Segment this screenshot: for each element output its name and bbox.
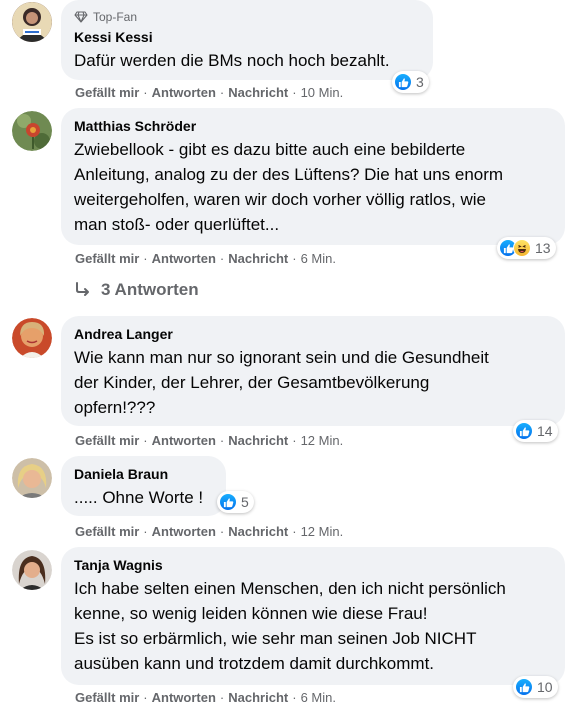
comment-text-line: opfern!???: [74, 398, 156, 417]
badge-label: Top-Fan: [93, 10, 138, 24]
like-button[interactable]: Gefällt mir: [75, 85, 139, 100]
separator-dot: ·: [219, 85, 225, 100]
like-button[interactable]: Gefällt mir: [75, 251, 139, 266]
separator-dot: ·: [292, 251, 297, 266]
comment-timestamp[interactable]: 12 Min.: [301, 524, 344, 539]
separator-dot: ·: [292, 85, 297, 100]
separator-dot: ·: [143, 524, 148, 539]
reactions-summary[interactable]: 10: [513, 676, 558, 698]
comment-text: Ich habe selten einen Menschen, den ich …: [74, 576, 552, 676]
comment-text: Dafür werden die BMs noch hoch bezahlt.: [74, 48, 420, 73]
comment-bubble: Andrea Langer Wie kann man nur so ignora…: [61, 316, 565, 426]
comment-text-line: der Kinder, der Lehrer, der Gesamtbevölk…: [74, 373, 430, 392]
haha-reaction-icon: [513, 239, 531, 257]
separator-dot: ·: [292, 690, 297, 705]
separator-dot: ·: [143, 433, 148, 448]
diamond-icon: [74, 11, 88, 23]
comment-author[interactable]: Kessi Kessi: [74, 28, 420, 46]
comment-text-line: Es ist so erbärmlich, wie sehr man seine…: [74, 629, 477, 648]
comment-timestamp[interactable]: 6 Min.: [301, 251, 336, 266]
reaction-count: 10: [537, 679, 553, 695]
reactions-summary[interactable]: 13: [497, 237, 556, 259]
separator-dot: ·: [143, 690, 148, 705]
reaction-count: 3: [416, 74, 424, 90]
separator-dot: ·: [292, 433, 297, 448]
message-button[interactable]: Nachricht: [228, 690, 288, 705]
comment-bubble: Matthias Schröder Zwiebellook - gibt es …: [61, 108, 565, 245]
comment-timestamp[interactable]: 6 Min.: [301, 690, 336, 705]
like-reaction-icon: [515, 678, 533, 696]
comment-author[interactable]: Matthias Schröder: [74, 117, 552, 135]
view-replies-link[interactable]: 3 Antworten: [75, 280, 199, 300]
like-button[interactable]: Gefällt mir: [75, 690, 139, 705]
reactions-summary[interactable]: 5: [217, 491, 254, 513]
comment-bubble: Daniela Braun ..... Ohne Worte !: [61, 456, 226, 516]
like-button[interactable]: Gefällt mir: [75, 433, 139, 448]
avatar[interactable]: [12, 550, 52, 590]
comment-text-line: Ich habe selten einen Menschen, den ich …: [74, 579, 506, 598]
comment-timestamp[interactable]: 10 Min.: [301, 85, 344, 100]
comment-actions: Gefällt mir · Antworten · Nachricht · 6 Min.: [75, 690, 336, 706]
message-button[interactable]: Nachricht: [228, 251, 288, 266]
comment-text-line: Zwiebellook - gibt es dazu bitte auch ei…: [74, 140, 466, 159]
reply-button[interactable]: Antworten: [152, 524, 216, 539]
like-reaction-icon: [515, 422, 533, 440]
comment-text: Wie kann man nur so ignorant sein und di…: [74, 345, 552, 420]
separator-dot: ·: [143, 251, 148, 266]
like-reaction-icon: [219, 493, 237, 511]
comment-text-line: Anleitung, analog zu der des Lüftens? Di…: [74, 165, 504, 184]
top-fan-badge: Top-Fan: [74, 9, 420, 25]
avatar[interactable]: [12, 318, 52, 358]
reply-button[interactable]: Antworten: [152, 433, 216, 448]
comment-actions: Gefällt mir · Antworten · Nachricht · 12 Min.: [75, 524, 343, 540]
comment-bubble: Top-Fan Kessi Kessi Dafür werden die BMs…: [61, 0, 433, 80]
avatar[interactable]: [12, 458, 52, 498]
avatar[interactable]: [12, 2, 52, 42]
comment-text-line: ausüben kann und trotzdem damit durchkom…: [74, 654, 435, 673]
reply-button[interactable]: Antworten: [152, 85, 216, 100]
comment-text-line: kenne, so wenig leiden können wie diese …: [74, 604, 428, 623]
comment-text-line: Dafür werden die BMs noch hoch bezahlt.: [74, 51, 390, 70]
comment-text-line: man stoß- oder querlüftet...: [74, 215, 280, 234]
separator-dot: ·: [143, 85, 148, 100]
comment-text: Zwiebellook - gibt es dazu bitte auch ei…: [74, 137, 552, 237]
reaction-count: 14: [537, 423, 553, 439]
like-reaction-icon: [394, 73, 412, 91]
comment-author[interactable]: Andrea Langer: [74, 325, 552, 343]
message-button[interactable]: Nachricht: [228, 85, 288, 100]
reaction-count: 13: [535, 240, 551, 256]
comment-actions: Gefällt mir · Antworten · Nachricht · 10 Min.: [75, 85, 343, 101]
comment-text: ..... Ohne Worte !: [74, 485, 213, 510]
reply-button[interactable]: Antworten: [152, 251, 216, 266]
reply-button[interactable]: Antworten: [152, 690, 216, 705]
comment-author[interactable]: Tanja Wagnis: [74, 556, 552, 574]
reply-arrow-icon: [76, 282, 89, 296]
comment-text-line: weitergeholfen, waren wir doch vorher vö…: [74, 190, 486, 209]
separator-dot: ·: [219, 524, 225, 539]
comment-actions: Gefällt mir · Antworten · Nachricht · 12 Min.: [75, 433, 343, 449]
reaction-count: 5: [241, 494, 249, 510]
comment-bubble: Tanja Wagnis Ich habe selten einen Mensc…: [61, 547, 565, 685]
avatar[interactable]: [12, 111, 52, 151]
separator-dot: ·: [219, 690, 225, 705]
separator-dot: ·: [292, 524, 297, 539]
comment-text-line: Wie kann man nur so ignorant sein und di…: [74, 348, 489, 367]
comment-timestamp[interactable]: 12 Min.: [301, 433, 344, 448]
comment-text-line: ..... Ohne Worte !: [74, 488, 204, 507]
reactions-summary[interactable]: 3: [392, 71, 429, 93]
comment-author[interactable]: Daniela Braun: [74, 465, 213, 483]
separator-dot: ·: [219, 251, 225, 266]
separator-dot: ·: [219, 433, 225, 448]
replies-count-label: 3 Antworten: [101, 280, 199, 299]
message-button[interactable]: Nachricht: [228, 433, 288, 448]
reactions-summary[interactable]: 14: [513, 420, 558, 442]
comment-actions: Gefällt mir · Antworten · Nachricht · 6 Min.: [75, 251, 336, 267]
like-button[interactable]: Gefällt mir: [75, 524, 139, 539]
message-button[interactable]: Nachricht: [228, 524, 288, 539]
